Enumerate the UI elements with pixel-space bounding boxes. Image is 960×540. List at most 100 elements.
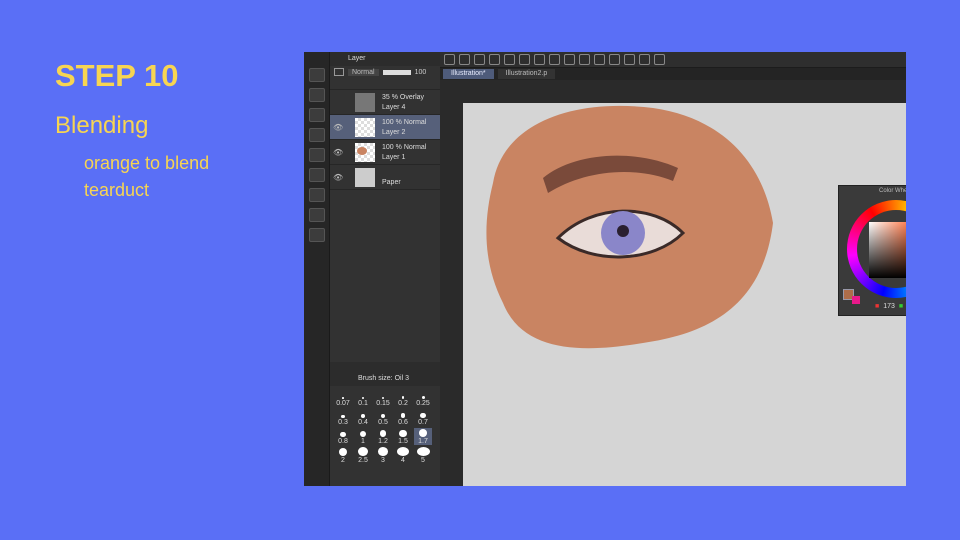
brush-size-label: 3 (381, 457, 385, 464)
opacity-value[interactable]: 100 (415, 69, 427, 76)
layer-name: Paper (382, 179, 401, 186)
note-1: orange to blend (84, 153, 210, 173)
brush-size-label: 2 (341, 457, 345, 464)
redo-icon[interactable] (519, 54, 530, 65)
document-tab[interactable]: Illustration2.p (497, 69, 556, 79)
brush-dot-icon (361, 414, 365, 418)
layer-row[interactable]: 👁 100 % Normal Layer 1 (330, 140, 440, 165)
brush-size-label: 0.8 (338, 438, 348, 445)
layer-row[interactable]: 👁 100 % Normal Layer 2 (330, 115, 440, 140)
save-icon[interactable] (489, 54, 500, 65)
brush-size-cell[interactable]: 4 (394, 447, 412, 464)
brush-dot-icon (401, 396, 405, 399)
brush-size-cell[interactable]: 1.2 (374, 428, 392, 445)
panel-icon[interactable] (309, 228, 325, 242)
material-icon[interactable] (309, 68, 325, 82)
brush-size-label: 5 (421, 457, 425, 464)
brush-dot-icon (381, 396, 385, 399)
history-icon[interactable] (309, 208, 325, 222)
document-tab[interactable]: Illustration* (443, 69, 494, 79)
brush-panel-title: Brush size: Oil 3 (330, 372, 440, 386)
brush-size-label: 0.5 (378, 419, 388, 426)
brush-dot-icon (341, 414, 345, 418)
layer-type-icon[interactable] (334, 68, 344, 76)
brush-size-cell[interactable]: 5 (414, 447, 432, 464)
sub-color-swatch[interactable] (852, 296, 860, 304)
pencil-icon[interactable] (609, 54, 620, 65)
brush-size-label: 4 (401, 457, 405, 464)
brush-size-cell[interactable]: 1 (354, 428, 372, 445)
color-wheel-title: Color Wheel (878, 188, 906, 194)
undo-icon[interactable] (504, 54, 515, 65)
brush-size-cell[interactable]: 0.3 (334, 409, 352, 426)
layer-opacity: 100 % (382, 119, 402, 126)
brush-dot-icon (416, 447, 430, 456)
brush-size-cell[interactable]: 1.7 (414, 428, 432, 445)
layers-icon[interactable] (309, 128, 325, 142)
blend-mode-select[interactable]: Normal (348, 68, 379, 76)
navigator-icon[interactable] (309, 88, 325, 102)
brush-dot-icon (340, 431, 346, 437)
brush-size-cell[interactable]: 0.4 (354, 409, 372, 426)
new-icon[interactable] (459, 54, 470, 65)
brush-size-cell[interactable]: 0.5 (374, 409, 392, 426)
brush-dot-icon (380, 413, 386, 418)
brush-icon[interactable] (624, 54, 635, 65)
layer-thumbnail (355, 168, 375, 187)
transform-icon[interactable] (564, 54, 575, 65)
brush-size-cell[interactable]: 0.15 (374, 390, 392, 407)
brush-size-cell[interactable]: 3 (374, 447, 392, 464)
layer-property-icon[interactable] (309, 108, 325, 122)
view-icon[interactable] (444, 54, 455, 65)
brush-size-cell[interactable]: 0.8 (334, 428, 352, 445)
settings-icon[interactable] (639, 54, 650, 65)
brush-size-cell[interactable]: 0.2 (394, 390, 412, 407)
pen-icon[interactable] (594, 54, 605, 65)
brush-dot-icon (400, 413, 406, 418)
layer-opacity: 100 % (382, 144, 402, 151)
layer-panel: Layer Normal 100 35 % Overlay Layer 4 👁 100… (330, 52, 440, 486)
clip-studio-window: Layer Normal 100 35 % Overlay Layer 4 👁 100… (304, 52, 906, 486)
saturation-value-square[interactable] (869, 222, 906, 278)
color-wheel-panel: Color Wheel ■173 ■109 ■74 (838, 185, 906, 316)
layer-mode: Normal (403, 119, 427, 126)
brush-size-cell[interactable]: 0.6 (394, 409, 412, 426)
layer-row[interactable]: 👁 Paper (330, 165, 440, 190)
brush-size-cell[interactable]: 2 (334, 447, 352, 464)
help-icon[interactable] (654, 54, 665, 65)
brush-dot-icon (419, 429, 427, 437)
opacity-slider[interactable] (382, 69, 411, 75)
brush-size-cell[interactable]: 2.5 (354, 447, 372, 464)
brush-size-label: 2.5 (358, 457, 368, 464)
folder-icon[interactable] (309, 188, 325, 202)
fill-icon[interactable] (549, 54, 560, 65)
layer-actions-bar (330, 362, 440, 372)
brush-size-cell[interactable]: 1.5 (394, 428, 412, 445)
brush-size-label: 0.25 (416, 400, 430, 407)
eye-icon[interactable]: 👁 (333, 148, 343, 157)
brush-size-cell[interactable]: 0.1 (354, 390, 372, 407)
rgb-readout: ■173 ■109 ■74 (875, 303, 904, 310)
search-icon[interactable] (309, 168, 325, 182)
eye-icon[interactable]: 👁 (333, 173, 343, 182)
brush-size-label: 0.2 (398, 400, 408, 407)
brush-size-cell[interactable]: 0.25 (414, 390, 432, 407)
open-icon[interactable] (474, 54, 485, 65)
note-2: tearduct (84, 180, 150, 200)
brush-size-cell[interactable]: 0.07 (334, 390, 352, 407)
brush-size-label: 0.4 (358, 419, 368, 426)
brush-size-cell[interactable]: 0.7 (414, 409, 432, 426)
layer-name: Layer 4 (382, 104, 406, 111)
eye-icon[interactable]: 👁 (333, 123, 343, 132)
select-icon[interactable] (534, 54, 545, 65)
sub-tool-icon[interactable] (309, 148, 325, 162)
brush-size-label: 1.5 (398, 438, 408, 445)
top-toolbar (440, 52, 906, 68)
red-value[interactable]: 173 (883, 303, 895, 310)
brush-dot-icon (420, 412, 426, 418)
layer-opacity: 35 % (382, 94, 398, 101)
step-title: STEP 10 (55, 58, 179, 93)
layer-row[interactable]: 35 % Overlay Layer 4 (330, 90, 440, 115)
brush-dot-icon (338, 447, 348, 456)
ruler-icon[interactable] (579, 54, 590, 65)
